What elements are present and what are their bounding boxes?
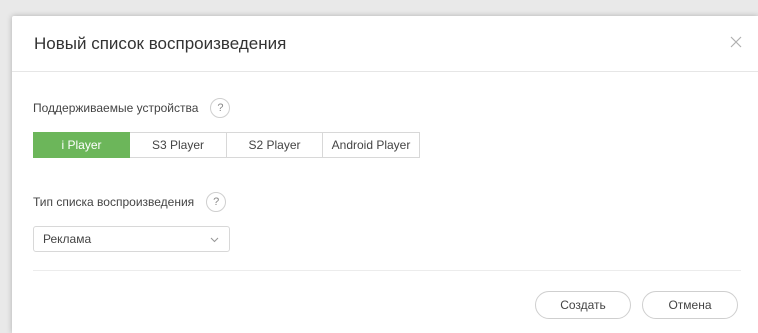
chevron-down-icon: [210, 232, 219, 246]
dialog-header: Новый список воспроизведения: [12, 16, 758, 72]
close-icon[interactable]: [728, 34, 744, 50]
device-option-android-player[interactable]: Android Player: [323, 132, 420, 158]
dialog-title: Новый список воспроизведения: [34, 34, 287, 53]
playlist-type-label-row: Тип списка воспроизведения ?: [33, 192, 227, 212]
playlist-type-label: Тип списка воспроизведения: [33, 195, 195, 209]
devices-label: Поддерживаемые устройства: [33, 101, 199, 115]
create-button[interactable]: Создать: [535, 291, 631, 319]
device-option-s3-player[interactable]: S3 Player: [130, 132, 227, 158]
playlist-type-select[interactable]: Реклама: [33, 226, 230, 252]
cancel-button[interactable]: Отмена: [642, 291, 738, 319]
playlist-type-help-icon[interactable]: ?: [206, 192, 227, 212]
device-selector: i Player S3 Player S2 Player Android Pla…: [33, 132, 420, 158]
footer-divider: [33, 270, 741, 271]
devices-label-row: Поддерживаемые устройства ?: [33, 98, 231, 118]
new-playlist-dialog: Новый список воспроизведения Поддерживае…: [12, 16, 758, 333]
playlist-type-value: Реклама: [43, 232, 92, 246]
devices-help-icon[interactable]: ?: [210, 98, 231, 118]
device-option-s2-player[interactable]: S2 Player: [227, 132, 323, 158]
device-option-i-player[interactable]: i Player: [33, 132, 130, 158]
